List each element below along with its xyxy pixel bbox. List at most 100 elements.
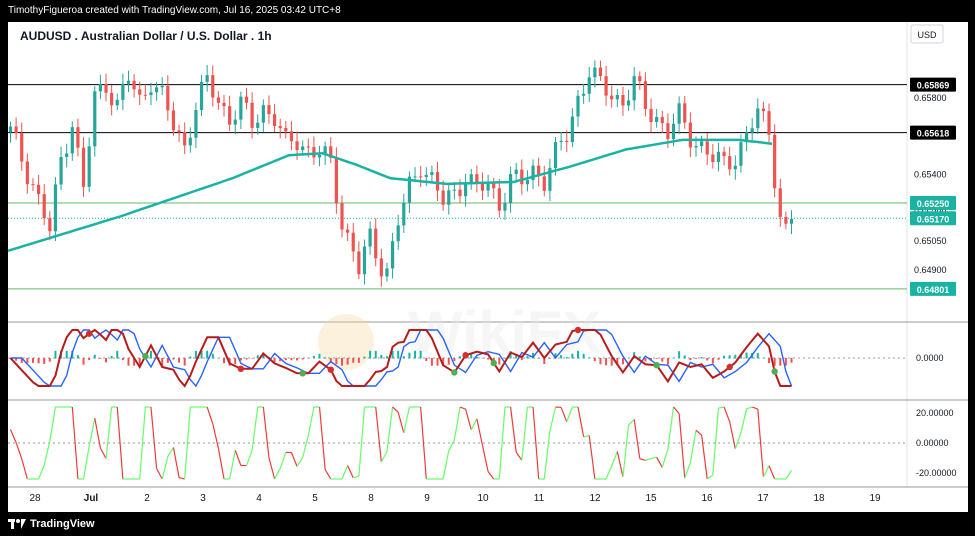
price-axis-ticks: 0.658000.654000.652000.650500.64900 [914, 93, 947, 275]
macd-histogram-bar [627, 358, 630, 359]
candle-body [626, 100, 631, 106]
macd-histogram-bar [290, 358, 293, 361]
currency-label: USD [917, 30, 937, 40]
macd-histogram-bar [346, 358, 349, 365]
time-tick-5: 5 [312, 493, 318, 504]
osc-tick-0: 20.00000 [916, 408, 954, 418]
macd-histogram-bar [369, 350, 372, 359]
macd-cross-dot [237, 365, 245, 372]
macd-cross-dot [490, 359, 497, 367]
macd-histogram-bar [116, 350, 119, 359]
candle-body [317, 154, 322, 158]
candle-body [604, 76, 608, 96]
macd-histogram-bar [683, 355, 686, 359]
time-tick-3: 3 [200, 493, 206, 504]
chart-svg[interactable]: AUDUSD . Australian Dollar / U.S. Dollar… [7, 22, 968, 512]
macd-histogram-bar [284, 358, 287, 361]
macd-histogram-bar [301, 358, 304, 360]
candle-body [132, 80, 136, 90]
candle-body [205, 75, 209, 82]
candle-body [177, 130, 181, 132]
macd-histogram-bar [105, 358, 108, 363]
osc-tick-2: -20.00000 [916, 468, 957, 478]
candle-body [784, 216, 788, 224]
time-tick-7: 9 [424, 493, 430, 504]
top-credit-bar: TimothyFigueroa created with TradingView… [0, 0, 975, 22]
macd-histogram-bar [26, 358, 29, 363]
candle-body [688, 122, 692, 148]
candle-body [728, 156, 732, 170]
candle-body [53, 184, 58, 232]
candle-body [154, 87, 159, 93]
candle-body [615, 94, 619, 100]
candle-body [93, 91, 97, 147]
candle-body [559, 140, 563, 143]
macd-histogram-bar [183, 358, 186, 366]
candle-body [222, 102, 226, 107]
candle-body [14, 126, 18, 134]
macd-histogram-bar [756, 353, 759, 359]
candle-body [576, 95, 580, 117]
candle-body [346, 229, 350, 233]
candle-body [413, 176, 417, 178]
macd-histogram-bar [31, 358, 34, 363]
tradingview-logo[interactable]: TradingView [8, 512, 95, 536]
chart-title: AUDUSD . Australian Dollar / U.S. Dollar… [20, 29, 272, 43]
candle-body [267, 105, 271, 115]
macd-cross-dot [462, 352, 469, 359]
candle-body [183, 131, 187, 146]
candle-body [677, 103, 681, 124]
chart-panel[interactable]: AUDUSD . Australian Dollar / U.S. Dollar… [7, 22, 968, 512]
candle-body [553, 142, 558, 169]
macd-histogram-bar [503, 357, 506, 359]
candle-body [138, 89, 142, 95]
macd-histogram-bar [149, 350, 152, 359]
candle-body [570, 116, 574, 143]
candle-body [464, 183, 468, 197]
candle-body [374, 228, 378, 259]
macd-histogram-bar [672, 357, 675, 359]
candle-body [520, 169, 524, 185]
bottom-bar: TradingView [0, 512, 975, 536]
macd-histogram-bar [728, 355, 731, 359]
candle-body [475, 174, 479, 183]
candle-body [598, 67, 603, 77]
candle-body [211, 75, 215, 98]
macd-histogram-bar [560, 355, 563, 359]
macd-cross-dot [85, 330, 93, 337]
macd-histogram-bar [768, 358, 771, 364]
candle-body [750, 128, 754, 133]
candle-body [312, 146, 316, 158]
candle-body [357, 251, 361, 275]
candle-body [98, 84, 102, 92]
macd-histogram-bar [576, 350, 579, 359]
price-tick-0: 0.65800 [914, 93, 947, 103]
macd-cross-dot [771, 368, 778, 375]
candle-body [447, 190, 451, 205]
time-tick-10: 12 [589, 493, 601, 504]
macd-histogram-bar [363, 356, 366, 359]
candle-body [20, 133, 24, 162]
candle-body [587, 77, 591, 94]
macd-histogram-bar [245, 358, 248, 360]
macd-histogram-bar [65, 350, 68, 359]
candle-body [385, 268, 389, 277]
macd-histogram-bar [217, 358, 220, 359]
macd-histogram-bar [459, 356, 461, 359]
macd-histogram-bar [661, 358, 664, 362]
candle-body [716, 151, 721, 163]
price-tick-3: 0.65050 [914, 236, 947, 246]
price-level-label-1: 0.65618 [917, 129, 950, 139]
macd-histogram-bar [419, 350, 422, 359]
candle-body [76, 127, 80, 148]
macd-histogram-bar [655, 358, 658, 359]
candle-body [649, 108, 653, 123]
candle-body [666, 123, 670, 140]
macd-histogram-bar [621, 358, 624, 365]
macd-histogram-bar [706, 358, 709, 361]
price-tick-1: 0.65400 [914, 169, 947, 179]
time-tick-14: 18 [813, 493, 825, 504]
candle-body [402, 202, 406, 226]
macd-histogram-bar [380, 354, 383, 359]
price-level-label-2: 0.65250 [917, 199, 950, 209]
